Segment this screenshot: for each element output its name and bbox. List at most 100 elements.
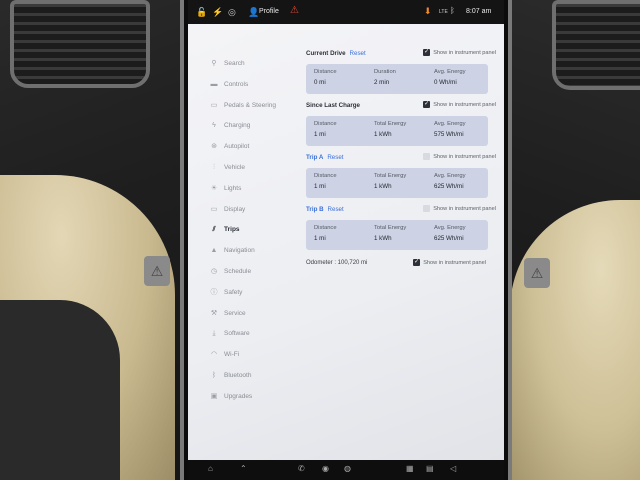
profile-label[interactable]: Profile	[259, 8, 279, 15]
current-drive-card: Distance 0 mi Duration 2 min Avg. Energy 0 …	[306, 64, 488, 94]
stat-duration: Duration 2 min	[374, 69, 396, 86]
stat-distance: Distance 1 mi	[314, 225, 337, 242]
search-icon: ⚲	[211, 60, 217, 67]
clock-time: 8:07 am	[466, 8, 492, 15]
sidebar-item-controls[interactable]: ▬ Controls	[208, 75, 298, 96]
sidebar-item-pedals-steering[interactable]: ▭ Pedals & Steering	[208, 96, 298, 117]
volume-icon[interactable]: ◁	[450, 464, 456, 473]
display-icon: ▭	[210, 205, 218, 213]
since-last-charge-title: Since Last Charge	[306, 102, 360, 109]
sidebar-item-vehicle[interactable]: ⫶ Vehicle	[208, 158, 298, 179]
sidebar-item-upgrades[interactable]: ▣ Upgrades	[208, 387, 298, 408]
settings-panel: ⚲ Search ▬ Controls ▭ Pedals & Steering ϟ Ch…	[188, 24, 504, 460]
bottom-dock: ⌂ ⌃ ✆ ◉ ◍ ▦ ▤ ◁	[188, 460, 504, 480]
stat-avg-energy: Avg. Energy 625 Wh/mi	[434, 173, 466, 190]
checkbox-unchecked-icon	[423, 153, 431, 160]
phone-icon[interactable]: ✆	[298, 464, 305, 473]
sun-icon: ☀	[210, 184, 218, 192]
sidebar-item-schedule[interactable]: ◷ Schedule	[208, 262, 298, 283]
wifi-icon: ◠	[210, 351, 218, 359]
touchscreen: 🔓 ⚡ ◎ 👤 Profile ⚠ ⬇ LTE ᛒ 8:07 am ⚲ Searc…	[188, 0, 504, 460]
bluetooth-icon: ᛒ	[211, 371, 217, 379]
stat-avg-energy: Avg. Energy 625 Wh/mi	[434, 225, 466, 242]
bolt-icon[interactable]: ⚡	[212, 7, 223, 18]
stat-distance: Distance 0 mi	[314, 69, 337, 86]
bolt-icon: ϟ	[212, 122, 216, 130]
checkbox-checked-icon: ✓	[423, 101, 431, 108]
sidebar-item-autopilot[interactable]: ⊛ Autopilot	[208, 137, 298, 158]
trip-a-reset-link[interactable]: Reset	[327, 154, 343, 161]
trip-a-card: Distance 1 mi Total Energy 1 kWh Avg. Ener…	[306, 168, 488, 198]
bag-icon: ▣	[210, 392, 218, 400]
current-drive-show-checkbox[interactable]: ✓ Show in instrument panel	[423, 49, 496, 56]
car-icon: ▬	[210, 80, 218, 88]
app-icon[interactable]: ◉	[322, 464, 329, 473]
bluetooth-icon: ᛒ	[450, 6, 455, 15]
trip-b-card: Distance 1 mi Total Energy 1 kWh Avg. Ener…	[306, 220, 488, 250]
info-icon: ⓘ	[210, 288, 218, 296]
wheel-icon: ⊛	[211, 143, 217, 151]
media-icon[interactable]: ◍	[344, 464, 351, 473]
stat-total-energy: Total Energy 1 kWh	[374, 173, 407, 190]
trip-a-show-checkbox[interactable]: Show in instrument panel	[423, 153, 496, 160]
energy-icon[interactable]: ▤	[426, 464, 434, 473]
stat-distance: Distance 1 mi	[314, 121, 337, 138]
sliders-icon: ⫶	[213, 163, 215, 171]
sidebar-item-service[interactable]: ⚒ Service	[208, 304, 298, 325]
sidebar-item-bluetooth[interactable]: ᛒ Bluetooth	[208, 366, 298, 387]
current-drive-title: Current Drive	[306, 50, 346, 57]
warning-icon[interactable]: ⚠	[290, 5, 299, 16]
since-last-charge-section: Since Last Charge ✓ Show in instrument pa…	[306, 101, 496, 146]
stat-total-energy: Total Energy 1 kWh	[374, 121, 407, 138]
stat-avg-energy: Avg. Energy 0 Wh/mi	[434, 69, 466, 86]
status-bar: 🔓 ⚡ ◎ 👤 Profile ⚠ ⬇ LTE ᛒ 8:07 am	[188, 0, 504, 24]
hazard-button-left[interactable]: ⚠	[144, 256, 170, 286]
lock-icon[interactable]: 🔓	[196, 7, 207, 18]
trip-a-section: Trip A Reset Show in instrument panel Dis…	[306, 153, 496, 198]
sidebar-item-charging[interactable]: ϟ Charging	[208, 116, 298, 137]
clock-icon: ◷	[210, 267, 218, 275]
footwell-left	[0, 300, 120, 480]
settings-sidebar: ⚲ Search ▬ Controls ▭ Pedals & Steering ϟ Ch…	[208, 54, 298, 408]
trip-b-section: Trip B Reset Show in instrument panel Dis…	[306, 205, 496, 250]
trip-b-reset-link[interactable]: Reset	[328, 206, 344, 213]
steering-icon: ▭	[210, 101, 218, 109]
download-icon: ⤓	[212, 330, 216, 338]
lte-label: LTE	[439, 9, 448, 15]
calendar-icon[interactable]: ▦	[406, 464, 414, 473]
navigation-icon: ▲	[210, 247, 218, 255]
stat-total-energy: Total Energy 1 kWh	[374, 225, 407, 242]
car-icon[interactable]: ⌂	[208, 464, 213, 473]
trip-a-title: Trip A	[306, 154, 324, 161]
hazard-button-right[interactable]: ⚠	[524, 258, 550, 288]
download-icon[interactable]: ⬇	[424, 6, 432, 17]
since-last-charge-show-checkbox[interactable]: ✓ Show in instrument panel	[423, 101, 496, 108]
sidebar-item-safety[interactable]: ⓘ Safety	[208, 283, 298, 304]
stat-distance: Distance 1 mi	[314, 173, 337, 190]
sidebar-item-lights[interactable]: ☀ Lights	[208, 179, 298, 200]
profile-icon[interactable]: 👤	[248, 7, 259, 18]
sidebar-item-display[interactable]: ▭ Display	[208, 200, 298, 221]
since-last-charge-card: Distance 1 mi Total Energy 1 kWh Avg. Ener…	[306, 116, 488, 146]
chevron-up-icon[interactable]: ⌃	[240, 464, 247, 473]
odometer-readout: Odometer : 100,720 mi	[306, 260, 368, 266]
trip-b-title: Trip B	[306, 206, 324, 213]
checkbox-checked-icon: ✓	[413, 259, 421, 266]
sidebar-item-trips[interactable]: ⫽ Trips	[208, 220, 298, 241]
checkbox-unchecked-icon	[423, 205, 431, 212]
current-drive-reset-link[interactable]: Reset	[350, 50, 366, 57]
checkbox-checked-icon: ✓	[423, 49, 431, 56]
sidebar-item-wifi[interactable]: ◠ Wi-Fi	[208, 345, 298, 366]
stat-avg-energy: Avg. Energy 575 Wh/mi	[434, 121, 466, 138]
odometer-show-checkbox[interactable]: ✓ Show in instrument panel	[413, 259, 486, 266]
air-vent-left	[10, 0, 150, 88]
sentry-icon[interactable]: ◎	[228, 7, 236, 18]
odometer-section: Odometer : 100,720 mi ✓ Show in instrumen…	[306, 259, 496, 272]
sidebar-item-navigation[interactable]: ▲ Navigation	[208, 241, 298, 262]
wrench-icon: ⚒	[210, 309, 218, 317]
trip-b-show-checkbox[interactable]: Show in instrument panel	[423, 205, 496, 212]
sidebar-item-software[interactable]: ⤓ Software	[208, 324, 298, 345]
sidebar-item-search[interactable]: ⚲ Search	[208, 54, 298, 75]
air-vent-right	[552, 0, 640, 90]
current-drive-section: Current Drive Reset ✓ Show in instrument p…	[306, 49, 496, 94]
